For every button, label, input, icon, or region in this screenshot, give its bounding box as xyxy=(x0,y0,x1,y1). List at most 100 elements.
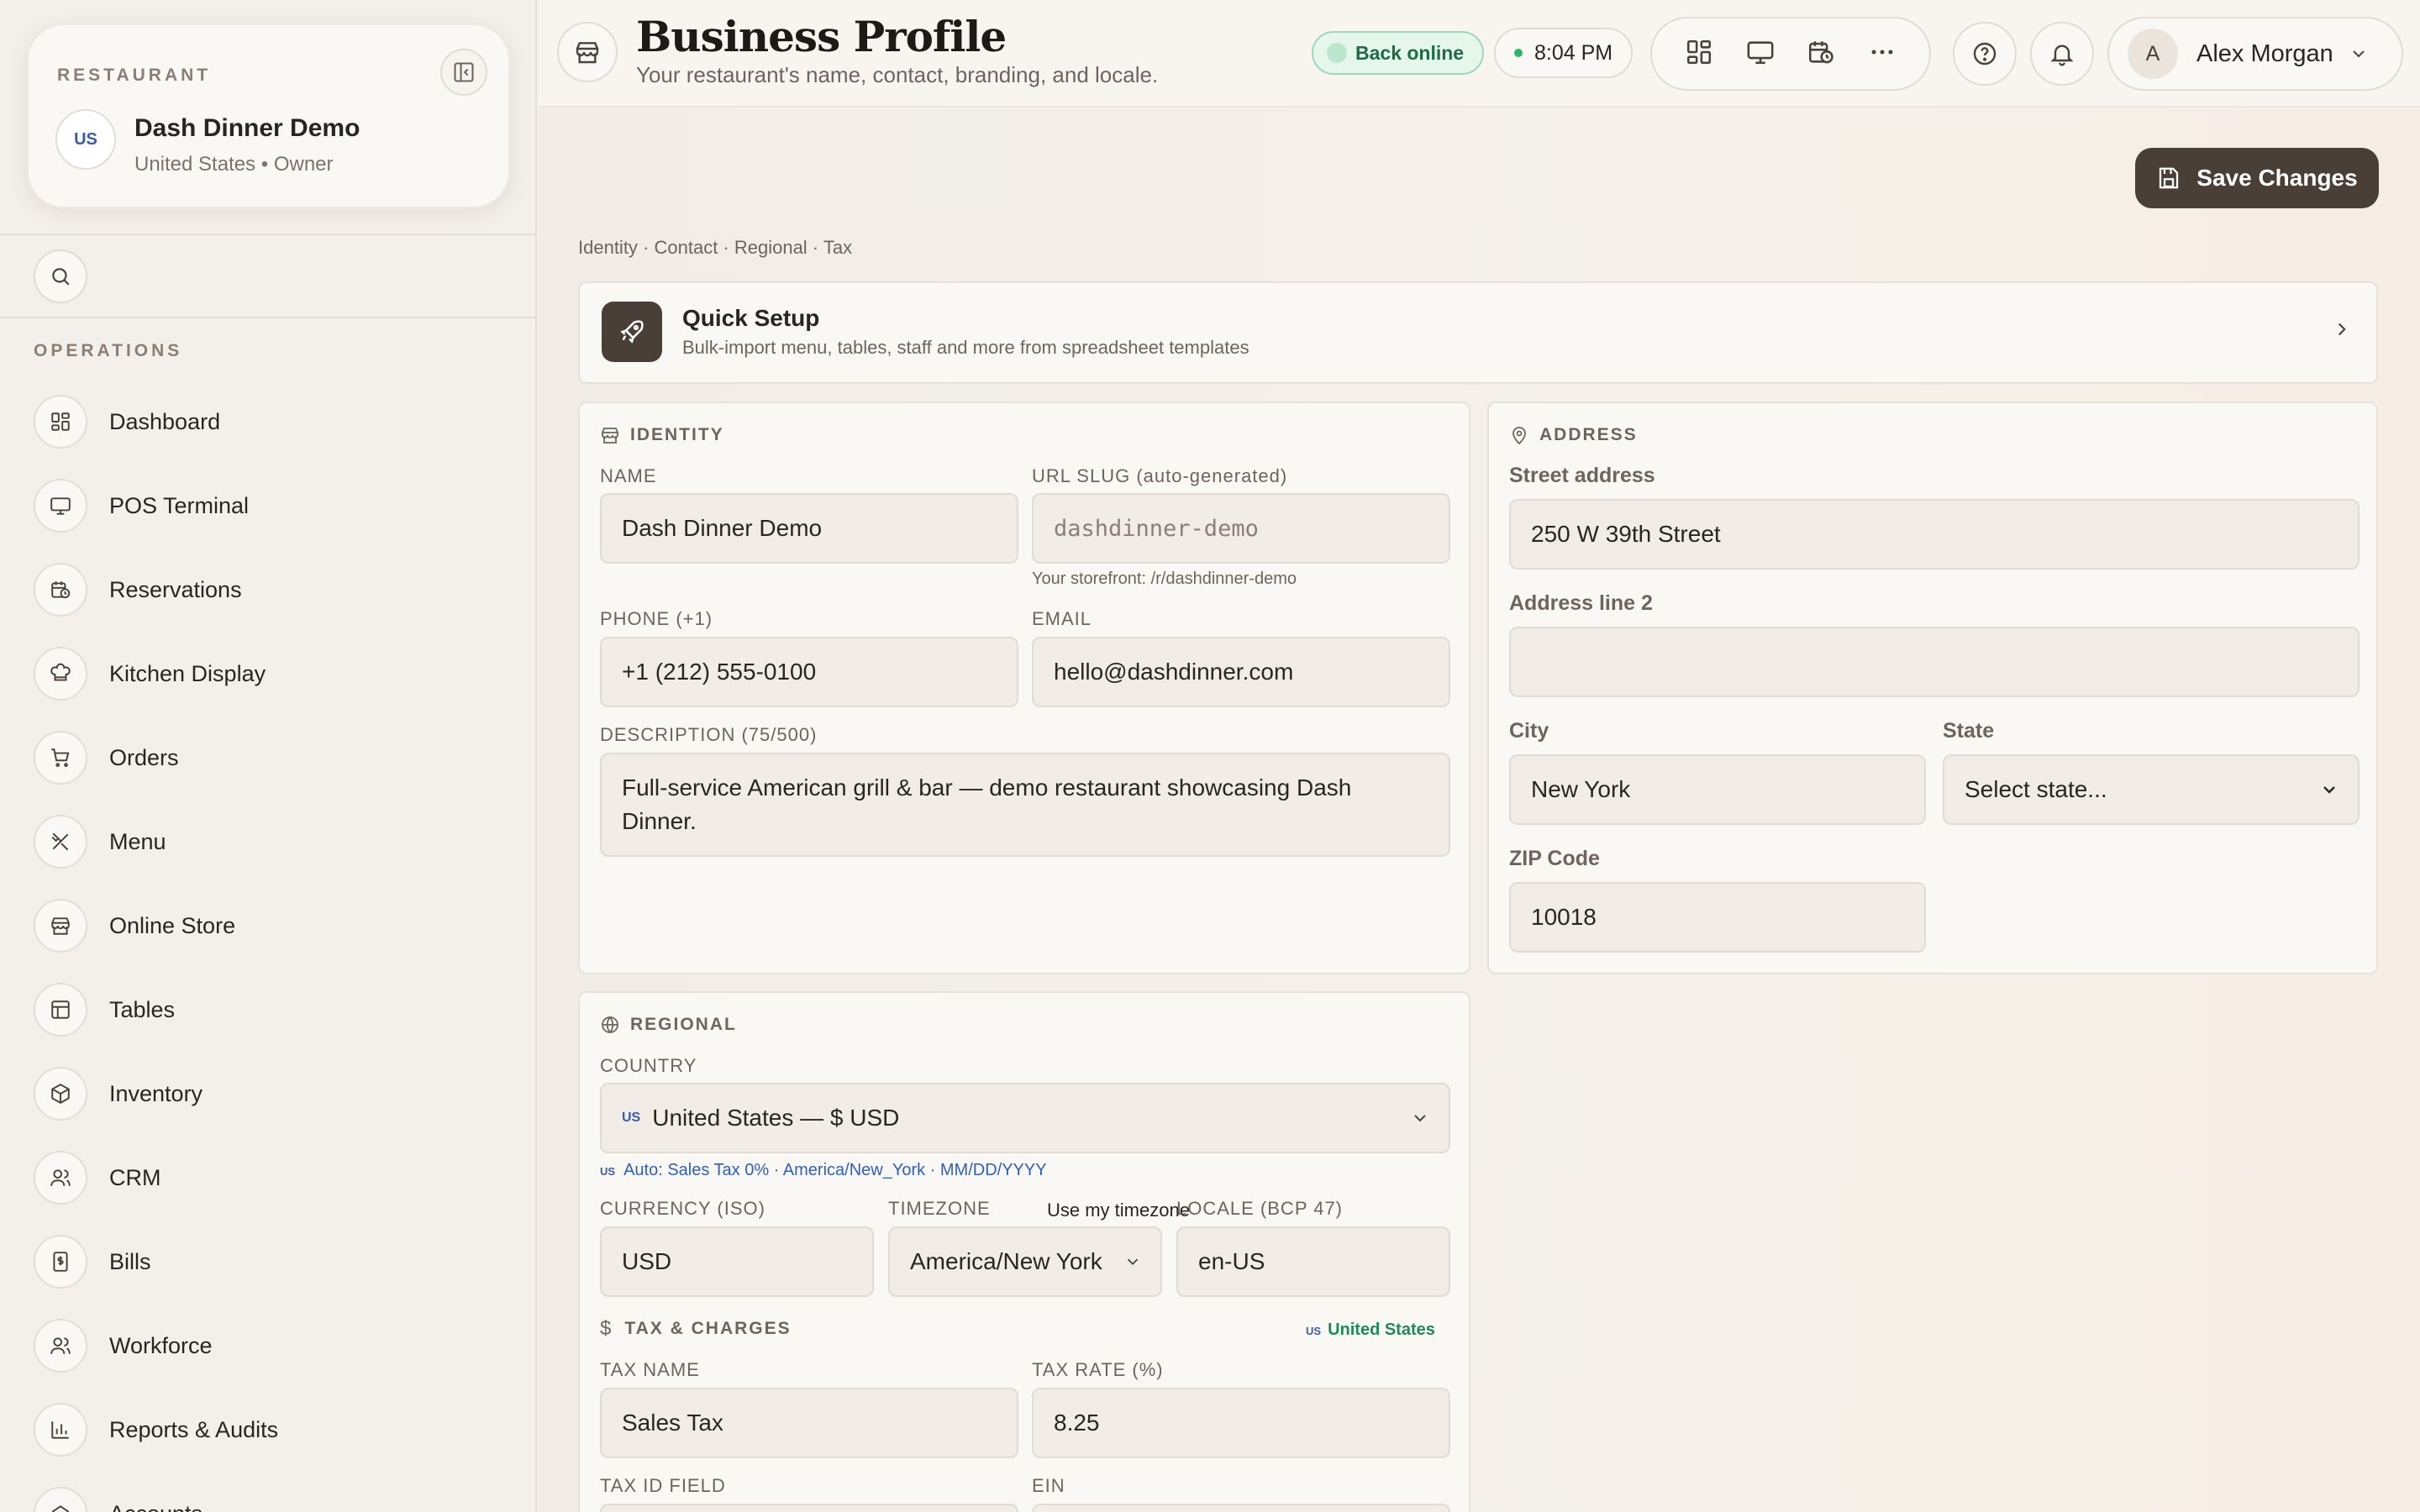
sidebar: RESTAURANT US Dash Dinner Demo United St… xyxy=(0,0,537,1512)
state-select[interactable]: Select state... xyxy=(1943,754,2360,825)
sidebar-item-reservations[interactable]: Reservations xyxy=(34,548,513,632)
state-select-value: Select state... xyxy=(1965,776,2107,802)
sidebar-item-orders[interactable]: Orders xyxy=(34,716,513,800)
us-flag-icon: US xyxy=(600,1165,616,1178)
help-button[interactable] xyxy=(1953,22,2017,86)
sidebar-item-tables[interactable]: Tables xyxy=(34,968,513,1052)
ein-label: EIN xyxy=(1032,1475,1065,1496)
us-flag-icon: US xyxy=(55,109,116,170)
country-select[interactable]: US United States — $ USD xyxy=(600,1083,1450,1153)
identity-section-title: IDENTITY xyxy=(600,425,724,445)
clock-time: 8:04 PM xyxy=(1534,40,1613,65)
url-slug-input[interactable]: dashdinner-demo xyxy=(1032,493,1450,564)
monitor-icon[interactable] xyxy=(1746,38,1775,71)
tax-section-title: $ TAX & CHARGES xyxy=(600,1317,792,1341)
tax-rate-input[interactable]: 8.25 xyxy=(1032,1388,1450,1458)
calendar-clock-icon[interactable] xyxy=(1807,38,1835,71)
users-icon xyxy=(34,1319,87,1373)
sidebar-item-label: Reservations xyxy=(109,576,242,602)
city-input[interactable]: New York xyxy=(1509,754,1926,825)
sidebar-item-label: Menu xyxy=(109,828,166,854)
user-menu[interactable]: A Alex Morgan xyxy=(2107,17,2403,91)
country-select-value: United States — $ USD xyxy=(652,1105,900,1131)
tax-title-text: TAX & CHARGES xyxy=(624,1319,792,1338)
ein-input[interactable] xyxy=(1032,1504,1450,1512)
dashboard-icon[interactable] xyxy=(1685,38,1713,71)
regional-section-title: REGIONAL xyxy=(600,1015,737,1035)
calendar-clock-icon xyxy=(34,563,87,617)
address-line2-input[interactable] xyxy=(1509,627,2360,697)
phone-input[interactable]: +1 (212) 555-0100 xyxy=(600,637,1018,707)
name-label: NAME xyxy=(600,465,657,486)
notifications-button[interactable] xyxy=(2030,22,2094,86)
phone-label: PHONE (+1) xyxy=(600,608,713,629)
help-icon xyxy=(1973,42,1996,66)
street-input[interactable]: 250 W 39th Street xyxy=(1509,499,2360,570)
avatar: A xyxy=(2128,29,2178,79)
locale-label: LOCALE (BCP 47) xyxy=(1176,1198,1344,1219)
divider xyxy=(0,234,535,235)
sidebar-item-label: Orders xyxy=(109,744,179,770)
sidebar-item-dashboard[interactable]: Dashboard xyxy=(34,380,513,464)
address-title-text: ADDRESS xyxy=(1539,425,1638,444)
collapse-sidebar-button[interactable] xyxy=(440,49,487,96)
description-textarea[interactable]: Full-service American grill & bar — demo… xyxy=(600,753,1450,857)
use-my-timezone-link[interactable]: Use my timezone xyxy=(1047,1200,1190,1221)
save-icon xyxy=(2160,167,2179,189)
currency-label: CURRENCY (ISO) xyxy=(600,1198,765,1219)
sidebar-item-inventory[interactable]: Inventory xyxy=(34,1052,513,1136)
tax-id-field-input[interactable] xyxy=(600,1504,1018,1512)
receipt-icon xyxy=(34,1235,87,1289)
sidebar-item-reports-audits[interactable]: Reports & Audits xyxy=(34,1388,513,1472)
state-label: State xyxy=(1943,719,1995,743)
quick-setup-card[interactable]: Quick Setup Bulk-import menu, tables, st… xyxy=(578,281,2378,384)
sidebar-item-pos-terminal[interactable]: POS Terminal xyxy=(34,464,513,548)
main-content: Save Changes Identity · Contact · Region… xyxy=(539,109,2420,1512)
name-input[interactable]: Dash Dinner Demo xyxy=(600,493,1018,564)
url-slug-label: URL SLUG (auto-generated) xyxy=(1032,465,1288,486)
store-icon xyxy=(602,428,618,444)
sidebar-search-button[interactable] xyxy=(34,249,87,303)
sidebar-item-accounts[interactable]: Accounts xyxy=(34,1472,513,1512)
operations-label: OPERATIONS xyxy=(34,341,183,360)
restaurant-subtitle: United States • Owner xyxy=(134,153,334,176)
status-dot-icon xyxy=(1327,43,1347,63)
sidebar-item-kitchen-display[interactable]: Kitchen Display xyxy=(34,632,513,716)
more-icon[interactable] xyxy=(1868,38,1897,71)
timezone-select-value: America/New York xyxy=(910,1248,1102,1274)
tax-country-text: United States xyxy=(1328,1320,1435,1339)
rocket-icon xyxy=(602,302,662,362)
package-icon xyxy=(34,1067,87,1121)
us-flag-icon: US xyxy=(622,1110,641,1125)
chevron-right-icon xyxy=(2338,323,2346,336)
locale-input[interactable]: en-US xyxy=(1176,1226,1450,1297)
online-dot-icon xyxy=(1514,49,1523,57)
sidebar-item-label: Accounts xyxy=(109,1501,203,1512)
sidebar-item-online-store[interactable]: Online Store xyxy=(34,884,513,968)
tax-name-label: TAX NAME xyxy=(600,1359,700,1380)
regional-card: REGIONAL COUNTRY US United States — $ US… xyxy=(578,991,1470,1512)
sidebar-item-label: POS Terminal xyxy=(109,492,250,518)
address-line2-label: Address line 2 xyxy=(1509,591,1653,615)
zip-input[interactable]: 10018 xyxy=(1509,882,1926,953)
timezone-select[interactable]: America/New York xyxy=(888,1226,1162,1297)
sidebar-item-label: Workforce xyxy=(109,1332,213,1358)
save-button[interactable]: Save Changes xyxy=(2135,148,2379,208)
sidebar-item-crm[interactable]: CRM xyxy=(34,1136,513,1220)
email-input[interactable]: hello@dashdinner.com xyxy=(1032,637,1450,707)
sidebar-item-workforce[interactable]: Workforce xyxy=(34,1304,513,1388)
description-label: DESCRIPTION (75/500) xyxy=(600,724,818,745)
restaurant-card[interactable]: RESTAURANT US Dash Dinner Demo United St… xyxy=(27,24,510,208)
status-badge: Back online xyxy=(1312,31,1485,75)
tax-name-input[interactable]: Sales Tax xyxy=(600,1388,1018,1458)
users-icon xyxy=(34,1151,87,1205)
save-button-label: Save Changes xyxy=(2196,165,2358,191)
page-title: Business Profile xyxy=(636,12,1007,61)
email-label: EMAIL xyxy=(1032,608,1092,629)
currency-input[interactable]: USD xyxy=(600,1226,874,1297)
sidebar-item-menu[interactable]: Menu xyxy=(34,800,513,884)
chevron-down-icon xyxy=(2323,786,2335,794)
sidebar-item-bills[interactable]: Bills xyxy=(34,1220,513,1304)
tax-rate-label: TAX RATE (%) xyxy=(1032,1359,1164,1380)
storefront-hint: Your storefront: /r/dashdinner-demo xyxy=(1032,570,1297,588)
